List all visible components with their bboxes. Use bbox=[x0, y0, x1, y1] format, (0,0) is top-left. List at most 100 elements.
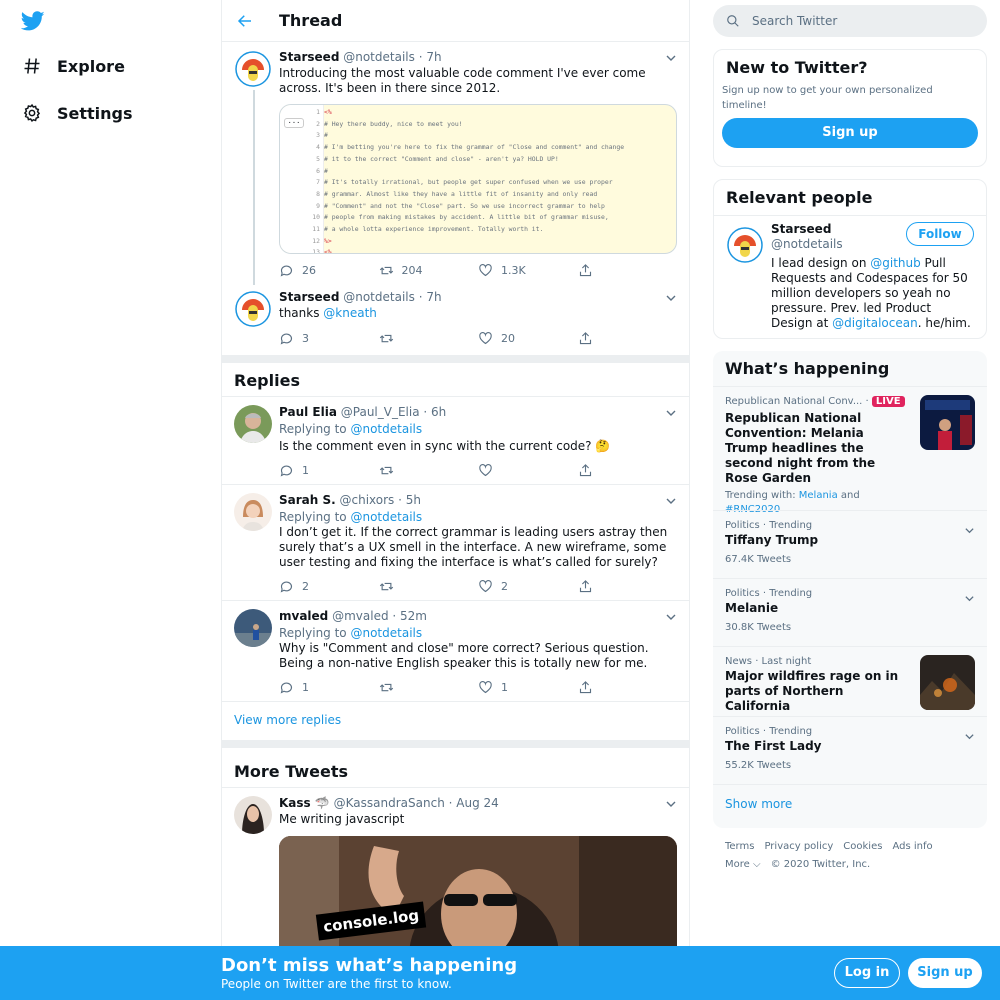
avatar[interactable] bbox=[234, 493, 272, 531]
code-line-text: # "Comment" and not the "Close" part. So… bbox=[324, 201, 605, 210]
like-button[interactable]: 1 bbox=[478, 680, 578, 695]
code-screenshot-image[interactable]: ··· 1 <% 2 # Hey there buddy, nice to meet … bbox=[279, 104, 677, 254]
trend-item[interactable]: Politics · Trending Melanie 30.8K Tweets bbox=[713, 578, 987, 646]
retweet-button[interactable] bbox=[379, 579, 479, 594]
tweet-time[interactable]: · 5h bbox=[398, 493, 421, 507]
twitter-logo-icon[interactable] bbox=[21, 9, 45, 33]
avatar[interactable] bbox=[234, 405, 272, 443]
nav-explore[interactable]: Explore bbox=[22, 51, 125, 81]
share-button[interactable] bbox=[578, 680, 678, 695]
ads-info-link[interactable]: Ads info bbox=[892, 841, 932, 852]
retweet-button[interactable] bbox=[379, 680, 479, 695]
cookies-link[interactable]: Cookies bbox=[843, 841, 882, 852]
author-handle[interactable]: @KassandraSanch bbox=[334, 796, 445, 810]
author-name[interactable]: Paul Elia bbox=[279, 405, 337, 419]
trend-item[interactable]: Republican National Conv... · LIVE Repub… bbox=[713, 386, 987, 515]
like-button[interactable]: 20 bbox=[478, 331, 578, 346]
back-arrow-icon[interactable] bbox=[236, 12, 254, 30]
trend-link[interactable]: Melania bbox=[799, 490, 838, 501]
author-handle[interactable]: @notdetails bbox=[343, 290, 415, 304]
author-name[interactable]: Sarah S. bbox=[279, 493, 336, 507]
retweet-button[interactable] bbox=[379, 331, 479, 346]
chevron-down-icon[interactable] bbox=[665, 495, 677, 507]
reply-button[interactable]: 1 bbox=[279, 463, 379, 478]
avatar[interactable] bbox=[234, 609, 272, 647]
share-button[interactable] bbox=[578, 263, 678, 278]
like-count: 1.3K bbox=[501, 263, 526, 277]
mention-link[interactable]: @github bbox=[870, 256, 920, 270]
thread-tweet[interactable]: Starseed @notdetails · 7h thanks @kneath… bbox=[222, 284, 689, 353]
chevron-down-icon[interactable] bbox=[964, 593, 975, 604]
author-name[interactable]: Kass 🦈 bbox=[279, 796, 330, 810]
author-name[interactable]: Starseed bbox=[279, 50, 339, 64]
avatar[interactable] bbox=[234, 290, 272, 328]
reply-button[interactable]: 26 bbox=[279, 263, 379, 278]
chevron-down-icon[interactable] bbox=[964, 731, 975, 742]
chevron-down-icon[interactable] bbox=[665, 611, 677, 623]
trend-item[interactable]: News · Last night Major wildfires rage o… bbox=[713, 646, 987, 716]
tweet-header: Sarah S. @chixors · 5h bbox=[279, 493, 677, 509]
right-sidebar: Search Twitter New to Twitter? Sign up n… bbox=[713, 0, 987, 884]
mention-link[interactable]: @kneath bbox=[323, 306, 377, 320]
like-button[interactable]: 1.3K bbox=[478, 263, 578, 278]
person-row[interactable]: Starseed @notdetails Follow I lead desig… bbox=[714, 216, 986, 331]
reply-tweet[interactable]: Paul Elia @Paul_V_Elia · 6h Replying to … bbox=[222, 397, 689, 485]
search-box[interactable]: Search Twitter bbox=[713, 5, 987, 37]
code-line: 5 # it to the correct "Comment and close"… bbox=[310, 154, 624, 166]
author-name[interactable]: Starseed bbox=[279, 290, 339, 304]
chevron-down-icon[interactable] bbox=[665, 52, 677, 64]
author-name[interactable]: mvaled bbox=[279, 609, 328, 623]
signup-button[interactable]: Sign up bbox=[908, 958, 982, 988]
mention-link[interactable]: @notdetails bbox=[350, 626, 422, 640]
chevron-down-icon[interactable] bbox=[665, 407, 677, 419]
mention-link[interactable]: @digitalocean bbox=[832, 316, 918, 330]
tweet-time[interactable]: · 6h bbox=[423, 405, 446, 419]
avatar[interactable] bbox=[726, 226, 764, 264]
more-tweet[interactable]: Kass 🦈 @KassandraSanch · Aug 24 Me writi… bbox=[222, 788, 689, 966]
privacy-link[interactable]: Privacy policy bbox=[764, 841, 833, 852]
author-handle[interactable]: @mvaled bbox=[332, 609, 388, 623]
author-handle[interactable]: @chixors bbox=[340, 493, 395, 507]
tweet-time[interactable]: · Aug 24 bbox=[449, 796, 499, 810]
share-button[interactable] bbox=[578, 579, 678, 594]
mention-link[interactable]: @notdetails bbox=[350, 510, 422, 524]
reply-button[interactable]: 2 bbox=[279, 579, 379, 594]
terms-link[interactable]: Terms bbox=[725, 841, 754, 852]
thread-tweet[interactable]: Starseed @notdetails · 7h Introducing th… bbox=[222, 42, 689, 284]
follow-button[interactable]: Follow bbox=[906, 222, 974, 246]
reply-tweet[interactable]: mvaled @mvaled · 52m Replying to @notdet… bbox=[222, 601, 689, 702]
reply-button[interactable]: 1 bbox=[279, 680, 379, 695]
reply-button[interactable]: 3 bbox=[279, 331, 379, 346]
author-handle[interactable]: @notdetails bbox=[343, 50, 415, 64]
tweet-time[interactable]: · 52m bbox=[392, 609, 427, 623]
like-button[interactable] bbox=[478, 463, 578, 478]
code-line-text: # bbox=[324, 166, 328, 175]
like-button[interactable]: 2 bbox=[478, 579, 578, 594]
card-title: What’s happening bbox=[725, 359, 890, 378]
avatar[interactable] bbox=[234, 796, 272, 834]
show-more-link[interactable]: Show more bbox=[713, 784, 987, 828]
more-link[interactable]: More ⌵ bbox=[725, 859, 761, 870]
retweet-button[interactable] bbox=[379, 463, 479, 478]
trend-item[interactable]: Politics · Trending The First Lady 55.2K… bbox=[713, 716, 987, 784]
trend-item[interactable]: Politics · Trending Tiffany Trump 67.4K … bbox=[713, 510, 987, 578]
chevron-down-icon[interactable] bbox=[964, 525, 975, 536]
signup-button[interactable]: Sign up bbox=[722, 118, 978, 148]
chevron-down-icon[interactable] bbox=[665, 292, 677, 304]
chevron-down-icon[interactable] bbox=[665, 798, 677, 810]
share-button[interactable] bbox=[578, 331, 678, 346]
nav-settings[interactable]: Settings bbox=[22, 98, 133, 128]
view-more-replies-link[interactable]: View more replies bbox=[222, 702, 689, 740]
replying-to: Replying to @notdetails bbox=[279, 625, 677, 641]
trend-name: The First Lady bbox=[725, 739, 822, 753]
tweet-time[interactable]: · 7h bbox=[419, 290, 442, 304]
reply-tweet[interactable]: Sarah S. @chixors · 5h Replying to @notd… bbox=[222, 485, 689, 601]
tweet-time[interactable]: · 7h bbox=[419, 50, 442, 64]
avatar[interactable] bbox=[234, 50, 272, 88]
search-input[interactable]: Search Twitter bbox=[752, 14, 837, 28]
author-handle[interactable]: @Paul_V_Elia bbox=[341, 405, 420, 419]
login-button[interactable]: Log in bbox=[834, 958, 900, 988]
share-button[interactable] bbox=[578, 463, 678, 478]
retweet-button[interactable]: 204 bbox=[379, 263, 479, 278]
mention-link[interactable]: @notdetails bbox=[350, 422, 422, 436]
